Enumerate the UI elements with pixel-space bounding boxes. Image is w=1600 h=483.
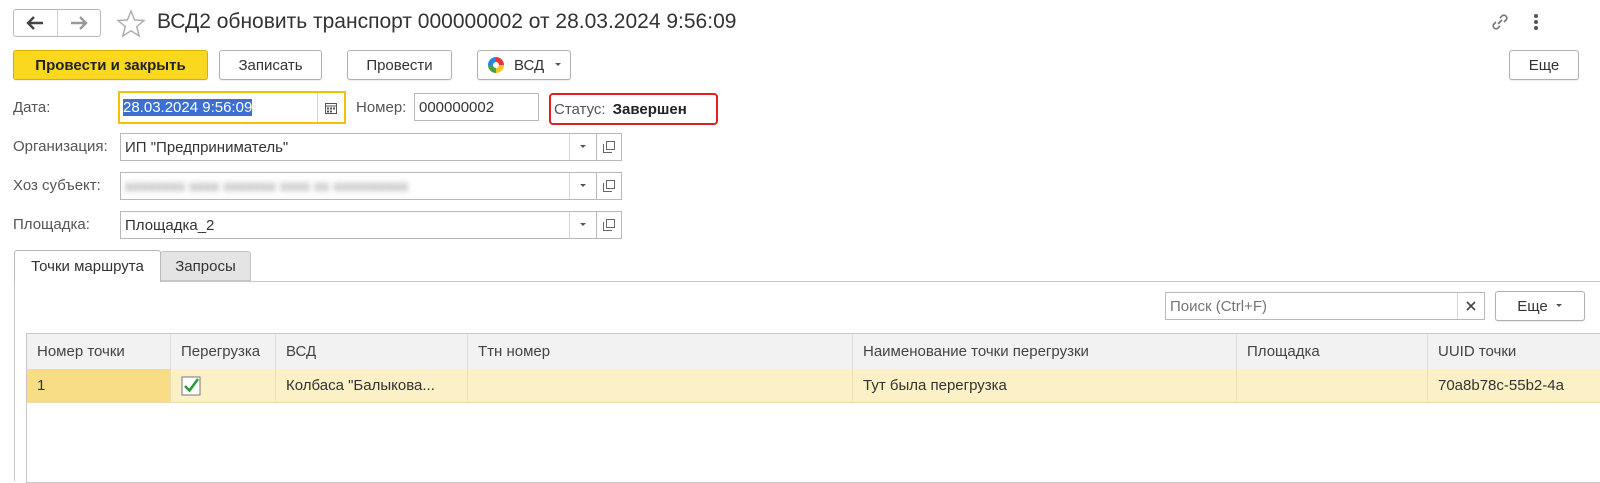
subject-value: хххххххх хххх ххххххх хххх хх хххххххххх <box>125 177 409 195</box>
column-header-number[interactable]: Номер точки <box>27 334 171 369</box>
date-field[interactable]: 28.03.2024 9:56:09 <box>118 91 346 124</box>
organization-dropdown-button[interactable] <box>569 134 596 160</box>
chevron-down-icon <box>580 223 586 226</box>
page-title: ВСД2 обновить транспорт 000000002 от 28.… <box>157 10 737 33</box>
more-vertical-icon <box>1534 14 1538 30</box>
star-icon <box>116 9 146 38</box>
route-points-table: Номер точки Перегрузка ВСД Ттн номер Наи… <box>26 333 1600 483</box>
open-window-icon <box>603 141 615 153</box>
search-input[interactable] <box>1166 292 1457 320</box>
cell-vsd: Колбаса "Балыкова... <box>276 369 468 402</box>
organization-open-button[interactable] <box>596 133 622 161</box>
cell-site <box>1237 369 1428 402</box>
link-icon <box>1492 14 1508 30</box>
cell-ttn <box>468 369 853 402</box>
status-value: Завершен <box>612 100 687 118</box>
open-window-icon <box>603 180 615 192</box>
vsd-menu-button[interactable]: ВСД <box>477 50 571 80</box>
organization-field[interactable]: ИП "Предприниматель" <box>120 133 597 161</box>
calendar-icon <box>325 102 337 114</box>
post-button[interactable]: Провести <box>347 50 452 80</box>
column-header-uuid[interactable]: UUID точки <box>1428 334 1600 369</box>
arrow-right-icon <box>70 16 88 30</box>
vsd-label: ВСД <box>514 56 545 74</box>
navigation-buttons <box>13 9 101 37</box>
subject-open-button[interactable] <box>596 172 622 200</box>
table-header: Номер точки Перегрузка ВСД Ттн номер Наи… <box>27 334 1600 370</box>
table-more-button[interactable]: Еще <box>1495 291 1585 321</box>
table-row[interactable]: 1 Колбаса "Балыкова... Тут была перегруз… <box>27 369 1600 403</box>
status-badge: Статус: Завершен <box>549 93 718 125</box>
dropdown-arrow-icon <box>1555 304 1562 307</box>
arrow-left-icon <box>26 16 44 30</box>
number-label: Номер: <box>356 99 407 116</box>
back-button[interactable] <box>14 10 57 36</box>
site-field[interactable]: Площадка_2 <box>120 211 597 239</box>
tab-requests[interactable]: Запросы <box>160 251 251 281</box>
organization-label: Организация: <box>13 138 108 155</box>
chevron-down-icon <box>580 145 586 148</box>
calendar-button[interactable] <box>317 93 344 122</box>
dropdown-arrow-icon <box>555 63 562 66</box>
cell-point-name: Тут была перегрузка <box>853 369 1237 402</box>
subject-field[interactable]: хххххххх хххх ххххххх хххх хх хххххххххх <box>120 172 597 200</box>
link-button[interactable] <box>1490 12 1510 36</box>
chevron-down-icon <box>580 184 586 187</box>
checkbox-checked-icon <box>181 376 201 395</box>
status-label: Статус: <box>554 100 606 118</box>
site-dropdown-button[interactable] <box>569 212 596 238</box>
cell-number: 1 <box>27 369 171 402</box>
subject-label: Хоз субъект: <box>13 177 101 194</box>
forward-button[interactable] <box>56 10 101 36</box>
organization-value: ИП "Предприниматель" <box>125 138 289 156</box>
more-button[interactable]: Еще <box>1509 50 1579 80</box>
table-more-label: Еще <box>1517 297 1548 315</box>
date-value: 28.03.2024 9:56:09 <box>123 99 253 116</box>
tab-route-points[interactable]: Точки маршрута <box>14 250 161 282</box>
column-header-point-name[interactable]: Наименование точки перегрузки <box>853 334 1237 369</box>
cell-overload[interactable] <box>171 369 276 402</box>
site-value: Площадка_2 <box>125 216 215 234</box>
post-and-close-button[interactable]: Провести и закрыть <box>13 50 208 80</box>
number-value: 000000002 <box>419 98 495 116</box>
column-header-ttn[interactable]: Ттн номер <box>468 334 853 369</box>
column-header-vsd[interactable]: ВСД <box>276 334 468 369</box>
search-box <box>1165 292 1485 320</box>
vsd-logo-icon <box>488 57 504 73</box>
save-button[interactable]: Записать <box>219 50 322 80</box>
site-open-button[interactable] <box>596 211 622 239</box>
menu-button[interactable] <box>1530 12 1542 36</box>
open-window-icon <box>603 219 615 231</box>
close-icon <box>1466 301 1476 311</box>
subject-dropdown-button[interactable] <box>569 173 596 199</box>
number-field[interactable]: 000000002 <box>414 93 539 121</box>
site-label: Площадка: <box>13 216 90 233</box>
column-header-site[interactable]: Площадка <box>1237 334 1428 369</box>
cell-uuid: 70a8b78c-55b2-4a <box>1438 377 1564 394</box>
date-label: Дата: <box>13 99 51 116</box>
column-header-overload[interactable]: Перегрузка <box>171 334 276 369</box>
favorite-button[interactable] <box>116 9 146 43</box>
search-clear-button[interactable] <box>1457 293 1484 319</box>
